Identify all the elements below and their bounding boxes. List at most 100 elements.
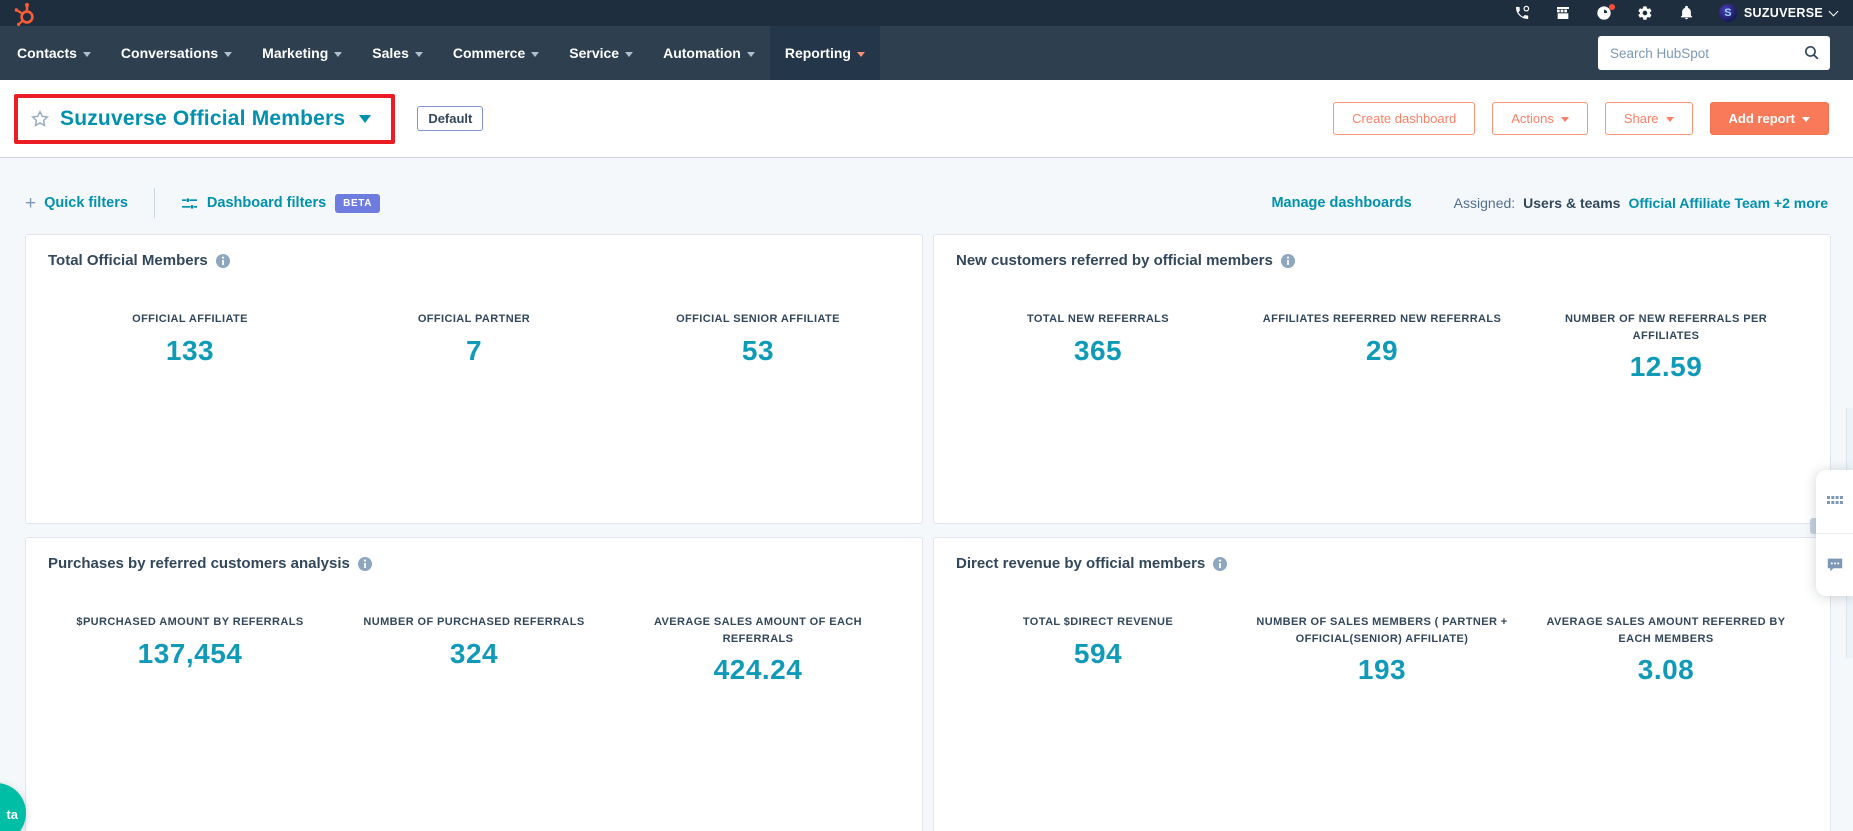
card-total-official-members: Total Official Members OFFICIAL AFFILIAT… — [25, 234, 923, 524]
metric-value[interactable]: 3.08 — [1638, 654, 1695, 686]
top-strip: S SUZUVERSE — [0, 0, 1853, 26]
chevron-down-icon — [747, 52, 755, 57]
share-button[interactable]: Share — [1605, 102, 1693, 135]
header-buttons: Create dashboard Actions Share Add repor… — [1333, 102, 1829, 135]
metric-value[interactable]: 7 — [466, 335, 482, 367]
quick-filters-button[interactable]: + Quick filters — [25, 194, 128, 213]
metric-value[interactable]: 133 — [166, 335, 214, 367]
metric-row: OFFICIAL AFFILIATE 133 OFFICIAL PARTNER … — [48, 311, 900, 367]
metric-value[interactable]: 12.59 — [1630, 351, 1703, 383]
grid-dots-icon[interactable] — [1816, 470, 1853, 533]
metric-label: AFFILIATES REFERRED NEW REFERRALS — [1263, 311, 1502, 328]
metric: NUMBER OF PURCHASED REFERRALS 324 — [332, 614, 616, 686]
metric: $PURCHASED AMOUNT BY REFERRALS 137,454 — [48, 614, 332, 686]
metric: AVERAGE SALES AMOUNT REFERRED BY EACH ME… — [1524, 614, 1808, 686]
add-report-button[interactable]: Add report — [1710, 102, 1829, 135]
nav-item-sales[interactable]: Sales — [357, 26, 438, 80]
favorite-star-icon[interactable] — [30, 109, 50, 129]
chevron-down-icon — [531, 52, 539, 57]
metric-value[interactable]: 365 — [1074, 335, 1122, 367]
card-header: Purchases by referred customers analysis — [48, 555, 900, 572]
metric-value[interactable]: 324 — [450, 638, 498, 670]
metric-label: OFFICIAL SENIOR AFFILIATE — [676, 311, 840, 328]
chat-bubble-icon[interactable] — [1816, 533, 1853, 597]
dashboard-title[interactable]: Suzuverse Official Members — [60, 107, 345, 131]
assigned-team-link[interactable]: Official Affiliate Team +2 more — [1628, 195, 1828, 211]
beta-chip-label: ta — [6, 807, 18, 822]
metric-label: NUMBER OF PURCHASED REFERRALS — [363, 614, 584, 631]
manage-dashboards-link[interactable]: Manage dashboards — [1271, 195, 1411, 211]
create-dashboard-button[interactable]: Create dashboard — [1333, 102, 1475, 135]
search-wrap — [1598, 36, 1830, 70]
red-annotation-box: Suzuverse Official Members — [14, 94, 395, 144]
sliders-icon — [181, 196, 198, 211]
dashboard-title-caret-icon[interactable] — [359, 115, 371, 123]
marketplace-icon[interactable] — [1555, 5, 1572, 22]
metric-value[interactable]: 53 — [742, 335, 774, 367]
avatar-letter: S — [1724, 7, 1731, 19]
metric-value[interactable]: 29 — [1366, 335, 1398, 367]
metric-label: OFFICIAL PARTNER — [418, 311, 530, 328]
card-title: Total Official Members — [48, 252, 208, 269]
info-icon[interactable] — [1213, 557, 1227, 571]
card-header: New customers referred by official membe… — [956, 252, 1808, 269]
chevron-down-icon — [224, 52, 232, 57]
chevron-down-icon — [857, 52, 865, 57]
info-icon[interactable] — [358, 557, 372, 571]
account-name: SUZUVERSE — [1744, 6, 1823, 20]
card-new-customers-referred: New customers referred by official membe… — [933, 234, 1831, 524]
nav-spacer — [880, 26, 1598, 80]
nav-item-automation[interactable]: Automation — [648, 26, 770, 80]
actions-button[interactable]: Actions — [1492, 102, 1588, 135]
metric-row: TOTAL $DIRECT REVENUE 594 NUMBER OF SALE… — [956, 614, 1808, 686]
metric-row: TOTAL NEW REFERRALS 365 AFFILIATES REFER… — [956, 311, 1808, 383]
nav-item-contacts[interactable]: Contacts — [2, 26, 106, 80]
info-icon[interactable] — [216, 254, 230, 268]
notifications-bell-icon[interactable] — [1678, 5, 1695, 22]
metric-value[interactable]: 193 — [1358, 654, 1406, 686]
filter-divider — [154, 188, 155, 218]
help-notification-dot — [1609, 4, 1615, 10]
metric: OFFICIAL PARTNER 7 — [332, 311, 616, 367]
metric: TOTAL $DIRECT REVENUE 594 — [956, 614, 1240, 686]
help-icon[interactable] — [1596, 5, 1613, 22]
card-title: Purchases by referred customers analysis — [48, 555, 350, 572]
chevron-down-icon — [1561, 117, 1569, 122]
hubspot-logo-icon[interactable] — [14, 0, 40, 26]
metric: NUMBER OF SALES MEMBERS ( PARTNER + OFFI… — [1240, 614, 1524, 686]
metric-label: AVERAGE SALES AMOUNT OF EACH REFERRALS — [632, 614, 884, 647]
search-icon[interactable] — [1803, 44, 1820, 66]
account-menu[interactable]: S SUZUVERSE — [1719, 4, 1837, 22]
nav-item-commerce[interactable]: Commerce — [438, 26, 554, 80]
metric-value[interactable]: 424.24 — [714, 654, 803, 686]
card-header: Total Official Members — [48, 252, 900, 269]
cards-grid: Total Official Members OFFICIAL AFFILIAT… — [25, 234, 1828, 831]
settings-gear-icon[interactable] — [1637, 5, 1654, 22]
chevron-down-icon — [415, 52, 423, 57]
chevron-down-icon — [334, 52, 342, 57]
card-title: New customers referred by official membe… — [956, 252, 1273, 269]
topbar-icon-group: S SUZUVERSE — [1514, 4, 1837, 22]
account-avatar: S — [1719, 4, 1737, 22]
nav-item-conversations[interactable]: Conversations — [106, 26, 247, 80]
metric-value[interactable]: 137,454 — [138, 638, 243, 670]
metric-label: NUMBER OF NEW REFERRALS PER AFFILIATES — [1540, 311, 1792, 344]
info-icon[interactable] — [1281, 254, 1295, 268]
assigned-label: Assigned: — [1454, 195, 1515, 211]
card-purchases-analysis: Purchases by referred customers analysis… — [25, 537, 923, 831]
nav-item-marketing[interactable]: Marketing — [247, 26, 357, 80]
metric: NUMBER OF NEW REFERRALS PER AFFILIATES 1… — [1524, 311, 1808, 383]
metric: AVERAGE SALES AMOUNT OF EACH REFERRALS 4… — [616, 614, 900, 686]
dashboard-filters-button[interactable]: Dashboard filters BETA — [181, 194, 380, 213]
beta-badge: BETA — [335, 194, 380, 213]
nav-item-reporting[interactable]: Reporting — [770, 26, 880, 80]
search-input[interactable] — [1598, 36, 1830, 70]
filter-row: + Quick filters Dashboard filters BETA M… — [25, 188, 1828, 218]
nav-item-service[interactable]: Service — [554, 26, 648, 80]
card-direct-revenue: Direct revenue by official members TOTAL… — [933, 537, 1831, 831]
chevron-down-icon — [625, 52, 633, 57]
calling-icon[interactable] — [1514, 5, 1531, 22]
metric-value[interactable]: 594 — [1074, 638, 1122, 670]
dashboard-content: + Quick filters Dashboard filters BETA M… — [0, 188, 1853, 831]
card-header: Direct revenue by official members — [956, 555, 1808, 572]
